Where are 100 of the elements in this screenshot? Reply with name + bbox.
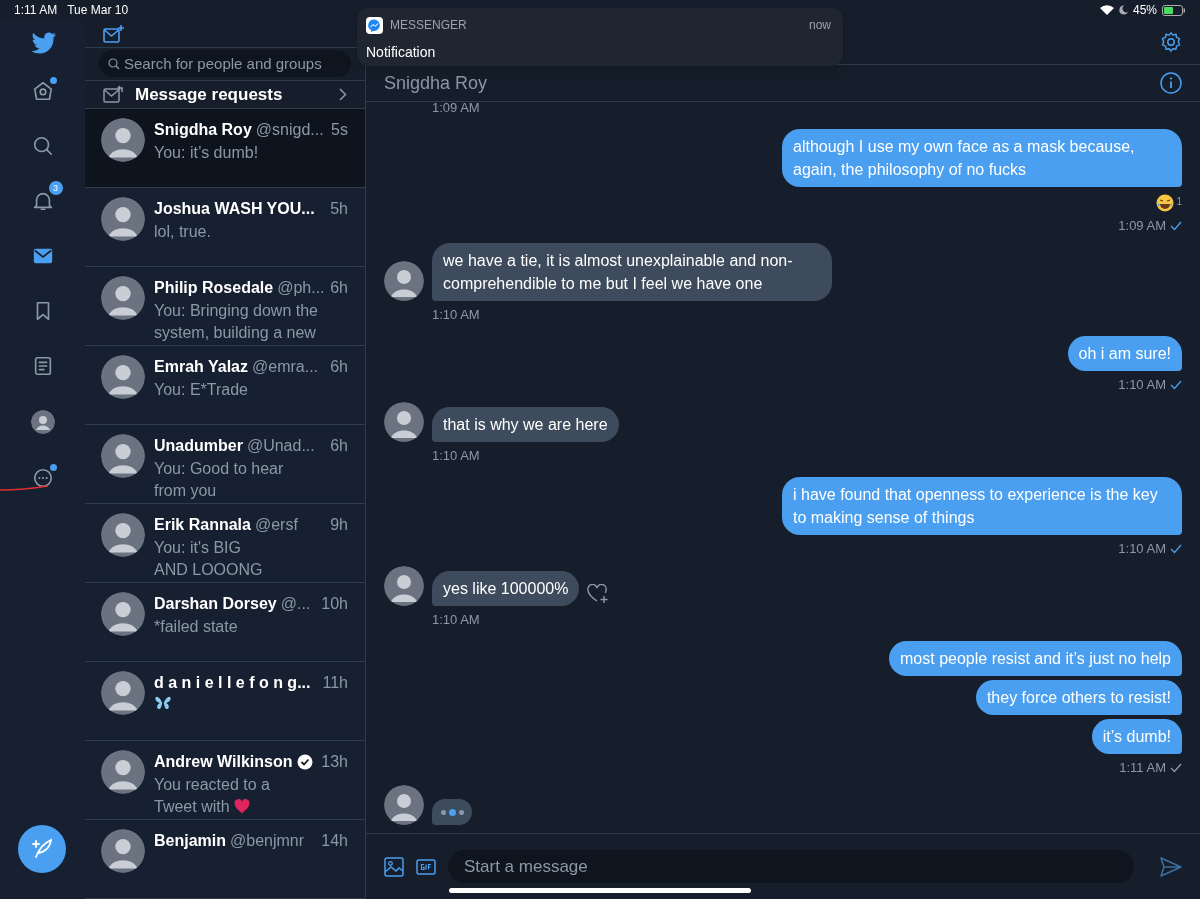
profile-avatar[interactable] xyxy=(30,410,55,434)
contact-name: Erik Rannala xyxy=(154,515,251,535)
battery-icon xyxy=(1162,4,1186,16)
message-bubble: that is why we are here xyxy=(432,407,619,442)
contact-handle: @ph... xyxy=(277,278,325,298)
message-preview: You: Bringing down the system, building a new xyxy=(154,302,318,341)
notification-text: Notification xyxy=(366,44,436,60)
conversation-row[interactable]: Joshua WASH YOU... 5h lol, true. xyxy=(85,188,365,267)
home-icon[interactable] xyxy=(31,80,54,102)
message-field[interactable]: Start a message xyxy=(448,850,1134,883)
conversation-time: 6h xyxy=(330,436,348,456)
new-message-icon[interactable] xyxy=(103,23,125,44)
contact-name: Snigdha Roy xyxy=(154,120,252,140)
notification-time: now xyxy=(809,17,831,34)
message-bubble: they force others to resist! xyxy=(975,680,1182,715)
message-requests-row[interactable]: Message requests xyxy=(85,80,365,109)
quill-plus-icon xyxy=(30,837,54,861)
conversation-row[interactable]: Philip Rosedale @ph... 6h You: Bringing down the system, building a new xyxy=(85,267,365,346)
message-time: 1:10 AM xyxy=(1118,377,1166,392)
wifi-icon xyxy=(1099,5,1114,15)
message-preview: You: it's BIG AND LOOONG xyxy=(154,539,263,578)
message-bubble: oh i am sure! xyxy=(1067,336,1182,371)
notification-app-name: MESSENGER xyxy=(390,17,467,34)
message-bubble: we have a tie, it is almost unexplainable and non-comprehendible to me but I feel we have one xyxy=(432,243,832,301)
contact-name: Unadumber xyxy=(154,436,243,456)
contact-handle: @benjmnr xyxy=(230,831,305,851)
status-date: Tue Mar 10 xyxy=(67,2,129,19)
message-bubble: i have found that openness to experience is the key to making sense of things xyxy=(782,477,1182,535)
message-time: 1:10 AM xyxy=(432,307,480,322)
status-time: 1:11 AM xyxy=(14,2,58,19)
heart-plus-icon[interactable] xyxy=(587,584,610,604)
conversation-time: 6h xyxy=(330,278,348,298)
bell-icon[interactable] xyxy=(31,190,54,212)
image-icon[interactable] xyxy=(384,856,404,877)
contact-name: Darshan Dorsey xyxy=(154,594,277,614)
message-preview: You reacted to a Tweet with xyxy=(154,776,270,815)
message-requests-label: Message requests xyxy=(135,83,283,106)
conversation-row[interactable]: Andrew Wilkinson 13h You reacted to a Tweet with xyxy=(85,741,365,820)
conversation-time: 5s xyxy=(331,120,348,140)
message-time: 1:10 AM xyxy=(432,612,480,627)
conversation-row[interactable]: d a n i e l l e f o n g... 11h xyxy=(85,662,365,741)
conversation-row[interactable]: Erik Rannala @ersf 9h You: it's BIG AND LOOONG xyxy=(85,504,365,583)
conversation-row[interactable]: Benjamin @benjmnr 14h xyxy=(85,820,365,899)
contact-handle: @ersf xyxy=(254,515,298,535)
contact-handle: @emra... xyxy=(252,357,318,377)
message-time: 1:09 AM xyxy=(432,102,480,115)
message-preview: *failed state xyxy=(154,618,238,635)
more-icon[interactable] xyxy=(31,467,54,489)
message-preview: You: it’s dumb! xyxy=(154,144,259,161)
conversation-time: 9h xyxy=(330,515,348,535)
notification-banner[interactable]: MESSENGER now Notification xyxy=(357,8,843,66)
send-icon[interactable] xyxy=(1160,856,1182,877)
search-icon[interactable] xyxy=(31,135,54,157)
search-field[interactable]: Search for people and groups xyxy=(99,50,351,78)
envelope-arrow-icon xyxy=(103,84,125,105)
conversation-time: 5h xyxy=(330,199,348,219)
compose-button[interactable] xyxy=(18,825,66,873)
conversation-time: 6h xyxy=(330,357,348,377)
gif-icon[interactable] xyxy=(416,858,436,875)
conversation-row[interactable]: Darshan Dorsey @... 10h *failed state xyxy=(85,583,365,662)
search-icon xyxy=(108,58,120,71)
contact-avatar xyxy=(101,829,145,873)
conversation-time: 14h xyxy=(321,831,348,851)
messenger-app-icon xyxy=(366,16,383,34)
info-icon[interactable] xyxy=(1160,72,1182,94)
contact-avatar xyxy=(101,197,145,241)
message-bubble: most people resist and it’s just no help xyxy=(889,641,1182,676)
contact-name: Benjamin xyxy=(154,831,226,851)
conversation-time: 11h xyxy=(322,673,348,693)
contact-avatar xyxy=(101,276,145,320)
settings-icon[interactable] xyxy=(1160,31,1182,53)
conversation-row[interactable]: Snigdha Roy @snigd... 5s You: it’s dumb! xyxy=(85,109,365,188)
conversation-row[interactable]: Unadumber @Unad... 6h You: Good to hear from you xyxy=(85,425,365,504)
message-bubble: although I use my own face as a mask because, again, the philosophy of no fucks xyxy=(782,129,1182,187)
message-time: 1:10 AM xyxy=(1118,541,1166,556)
contact-avatar xyxy=(384,566,424,606)
message-time: 1:09 AM xyxy=(1118,218,1166,233)
chat-title: Snigdha Roy xyxy=(384,71,488,95)
conversation-row[interactable]: Emrah Yalaz @emra... 6h You: E*Trade xyxy=(85,346,365,425)
battery-percent: 45% xyxy=(1132,2,1157,19)
contact-avatar xyxy=(384,785,424,825)
message-preview: lol, true. xyxy=(154,223,211,240)
conversation-time: 13h xyxy=(321,752,348,772)
contact-name: d a n i e l l e f o n g... xyxy=(154,673,311,693)
contact-avatar xyxy=(101,513,145,557)
contact-handle: @Unad... xyxy=(246,436,315,456)
contact-name: Joshua WASH YOU... xyxy=(154,199,315,219)
contact-avatar xyxy=(101,434,145,478)
contact-name: Philip Rosedale xyxy=(154,278,274,298)
laughing-emoji-icon xyxy=(1156,194,1175,212)
contact-avatar xyxy=(101,355,145,399)
contact-handle: @snigd... xyxy=(255,120,324,140)
contact-handle: @... xyxy=(280,594,311,614)
moon-icon xyxy=(1118,5,1128,15)
contact-avatar xyxy=(101,671,145,715)
message-time: 1:10 AM xyxy=(432,448,480,463)
reaction-count: 1 xyxy=(1176,195,1182,209)
contact-avatar xyxy=(101,592,145,636)
contact-avatar xyxy=(101,118,145,162)
chevron-right-icon xyxy=(339,87,347,101)
